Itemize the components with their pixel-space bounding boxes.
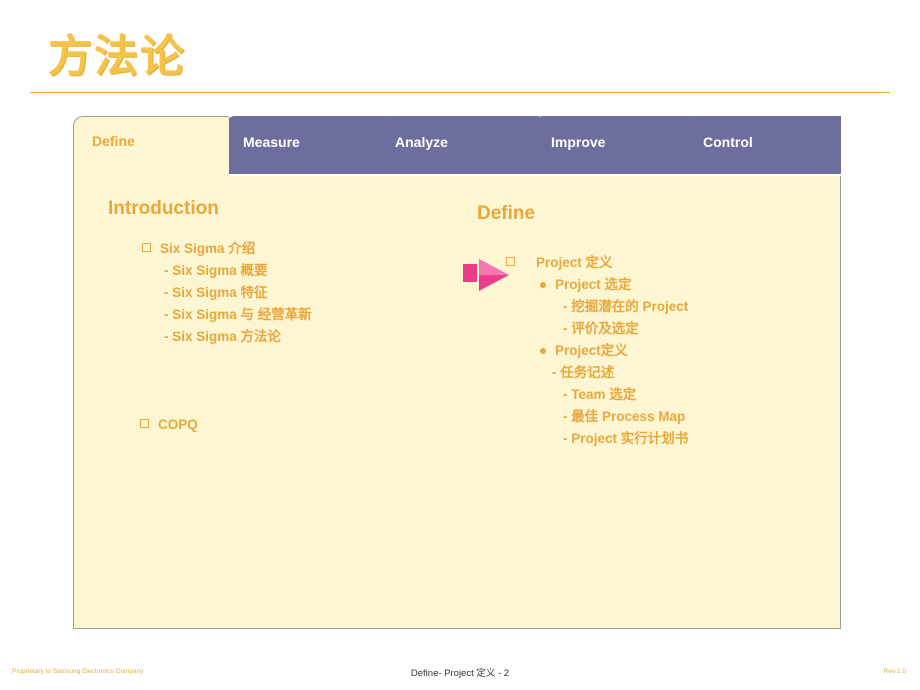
list-item-label: - 任务记述 <box>552 365 615 380</box>
list-item-label: - Six Sigma 概要 <box>164 263 268 278</box>
list-item-label: - 最佳 Process Map <box>563 409 686 424</box>
list-item: - 评价及选定 <box>506 318 688 340</box>
list-item: - 任务记述 <box>506 362 688 384</box>
list-item-label: Six Sigma 介绍 <box>160 241 256 256</box>
list-item: Six Sigma 介绍 <box>142 238 312 260</box>
list-item-label: - Project 实行计划书 <box>563 431 689 446</box>
page-title: 方法论 <box>48 32 186 81</box>
list-item-label: Project 定义 <box>536 255 613 270</box>
tab-measure-label: Measure <box>243 134 300 150</box>
phase-tab-strip: Control Improve Analyze Measure Define <box>73 116 841 178</box>
round-bullet-icon <box>540 348 546 354</box>
content-panel: Introduction Define Six Sigma 介绍 - Six S… <box>73 176 841 629</box>
list-item-label: COPQ <box>158 417 198 432</box>
tab-measure[interactable]: Measure <box>225 116 385 174</box>
tab-define-label: Define <box>92 133 135 149</box>
list-item-label: Project定义 <box>555 343 628 358</box>
list-item: Project 选定 <box>506 274 688 296</box>
square-bullet-icon <box>142 243 151 252</box>
list-item: - 挖掘潜在的 Project <box>506 296 688 318</box>
tab-improve[interactable]: Improve <box>533 116 693 174</box>
list-item: - Six Sigma 方法论 <box>142 326 312 348</box>
tab-analyze[interactable]: Analyze <box>377 116 539 174</box>
footer-revision: Rev 2.0 <box>883 668 906 675</box>
list-item: - 最佳 Process Map <box>506 406 688 428</box>
tab-control-label: Control <box>703 134 753 150</box>
list-item: - Team 选定 <box>506 384 688 406</box>
introduction-bullet-list: Six Sigma 介绍 - Six Sigma 概要 - Six Sigma … <box>140 238 312 436</box>
list-item-label: - Six Sigma 与 经营革新 <box>164 307 312 322</box>
list-item: - Six Sigma 与 经营革新 <box>142 304 312 326</box>
introduction-heading: Introduction <box>108 198 219 219</box>
title-divider <box>30 92 890 93</box>
list-item: Project定义 <box>506 340 688 362</box>
list-item: - Project 实行计划书 <box>506 428 688 450</box>
list-item-label: Project 选定 <box>555 277 632 292</box>
list-item-label: - Six Sigma 特征 <box>164 285 268 300</box>
tab-improve-label: Improve <box>551 134 606 150</box>
round-bullet-icon <box>540 282 546 288</box>
list-item-label: - Team 选定 <box>563 387 637 402</box>
list-item: Project 定义 <box>506 252 688 274</box>
list-item-label: - Six Sigma 方法论 <box>164 329 282 344</box>
list-item-label: - 挖掘潜在的 Project <box>563 299 689 314</box>
list-item-label: - 评价及选定 <box>563 321 639 336</box>
list-item: COPQ <box>140 414 312 436</box>
list-item: - Six Sigma 概要 <box>142 260 312 282</box>
list-item: - Six Sigma 特征 <box>142 282 312 304</box>
tab-define[interactable]: Define <box>73 116 229 178</box>
tab-control[interactable]: Control <box>685 116 841 174</box>
tab-analyze-label: Analyze <box>395 134 448 150</box>
footer-page-label: Define- Project 定义 - 2 <box>410 668 510 679</box>
square-bullet-icon <box>140 419 149 428</box>
pink-arrow-pointer <box>463 257 523 293</box>
define-heading: Define <box>477 203 536 224</box>
define-bullet-list: Project 定义 Project 选定 - 挖掘潜在的 Project - … <box>506 252 688 450</box>
